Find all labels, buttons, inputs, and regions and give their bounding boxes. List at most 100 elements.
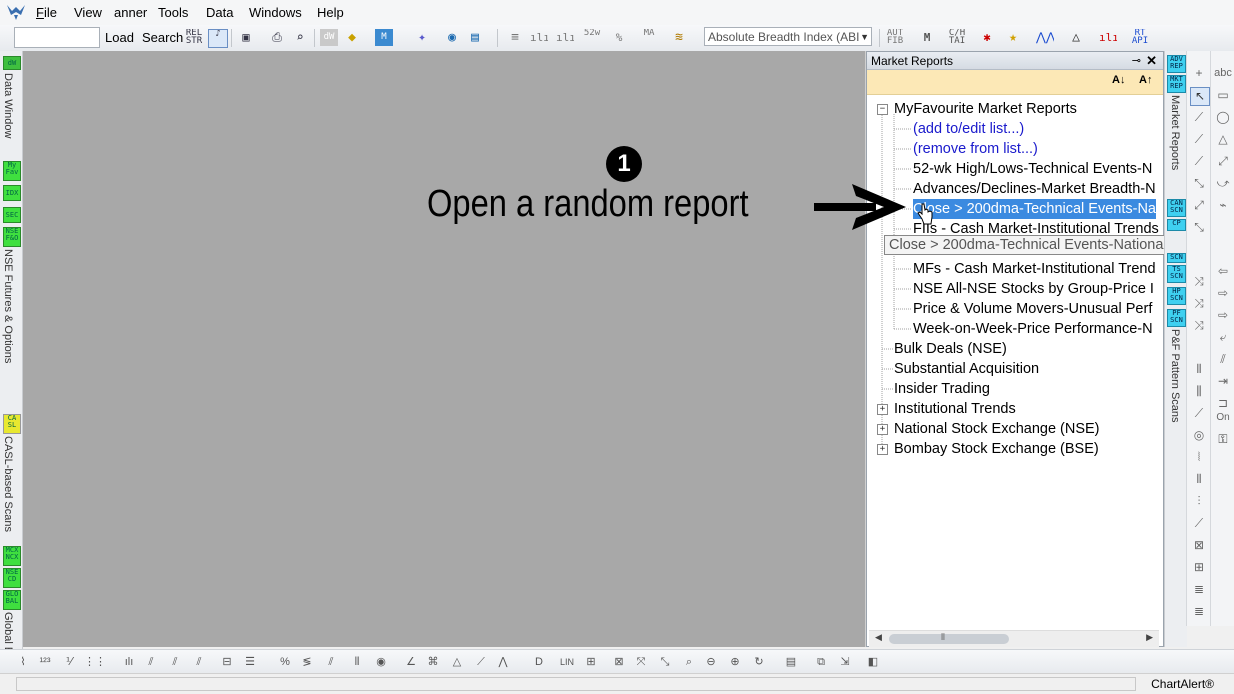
refresh-icon[interactable]: ↻ (750, 654, 768, 670)
expand-icon[interactable]: + (877, 444, 888, 455)
channel-tool-icon[interactable]: ⤡ (1190, 175, 1208, 192)
hp-scn-badge[interactable]: HP SCN (1167, 287, 1186, 305)
arrow-line-icon[interactable]: ⤢ (1214, 153, 1232, 170)
tree-item[interactable]: Bulk Deals (NSE) (894, 339, 1007, 359)
abc-pattern-icon[interactable]: ⋀ (494, 654, 512, 670)
sec-badge[interactable]: SEC (3, 207, 21, 223)
tree-item[interactable]: Close > 200dma-Technical Events-Na (913, 199, 1156, 219)
tree-group[interactable]: MyFavourite Market Reports (894, 99, 1077, 119)
nse-fo-badge[interactable]: NSE F&O (3, 227, 21, 247)
data-window-icon[interactable]: dW (320, 29, 338, 46)
ellipse-tool-icon[interactable]: ◎ (1190, 427, 1208, 444)
fan-resist-icon[interactable]: ⫽ (322, 654, 340, 670)
percent-lines-icon[interactable]: ⊟ (218, 654, 236, 670)
bar-chart-icon[interactable]: ılı (1099, 29, 1117, 46)
cam-icon[interactable]: C/H TAI (948, 29, 966, 46)
lin-scale-icon[interactable]: LIN (558, 654, 576, 670)
market-reports-tab[interactable]: Market Reports (1169, 95, 1181, 170)
tree-group[interactable]: Bombay Stock Exchange (BSE) (894, 439, 1099, 459)
zoom-in-icon[interactable]: ⊕ (726, 654, 744, 670)
triangle-pattern-icon[interactable]: △ (448, 654, 466, 670)
histogram-icon[interactable]: ılı (530, 29, 548, 46)
moving-average-icon[interactable]: MA (640, 29, 658, 46)
angle-tool-icon[interactable]: ∠ (402, 654, 420, 670)
zoom-fit-icon[interactable]: ◉ (372, 654, 390, 670)
star-icon[interactable]: ★ (1004, 29, 1022, 46)
xabcd-icon[interactable]: ⟋ (472, 654, 490, 670)
ellipse-icon[interactable]: ◯ (1214, 109, 1232, 126)
menu-file[interactable]: File (36, 5, 57, 20)
square-grid-icon[interactable]: ⊞ (1190, 559, 1208, 576)
collapse-icon[interactable]: − (877, 104, 888, 115)
d-tool-icon[interactable]: D (530, 654, 548, 670)
chart-workspace[interactable] (23, 51, 867, 647)
wave-123-icon[interactable]: ¹²³ (36, 654, 54, 670)
load-button[interactable]: Load (105, 30, 134, 45)
wave-icon[interactable]: ⋀⋀ (1036, 29, 1054, 46)
sl2-line-icon[interactable]: ⟋ (1190, 153, 1208, 170)
triangle-tool-icon[interactable]: △ (1214, 131, 1232, 148)
speed-line-icon[interactable]: ⤨ (1190, 317, 1208, 334)
tree-item[interactable]: Price & Volume Movers-Unusual Perf (913, 299, 1152, 319)
time-zone-icon[interactable]: ⫼ (1190, 383, 1208, 400)
crosshair-icon[interactable]: + (1190, 65, 1208, 82)
wave-iii-icon[interactable]: ⋮⋮ (84, 654, 102, 670)
volume-icon[interactable]: ılı (556, 29, 574, 46)
text-tool-icon[interactable]: abc (1214, 65, 1232, 82)
tree-item[interactable]: 52-wk High/Lows-Technical Events-N (913, 159, 1152, 179)
expand-icon[interactable]: ⤧ (632, 654, 650, 670)
notes-icon[interactable]: ▤ (782, 654, 800, 670)
pointer-icon[interactable]: ↖ (1190, 87, 1210, 106)
horizontal-scrollbar[interactable]: ◀ ⦀ ▶ (869, 630, 1159, 647)
overlay-icon[interactable]: ≋ (670, 29, 688, 46)
tree-item[interactable]: Substantial Acquisition (894, 359, 1039, 379)
stamp-tool-icon[interactable]: ⌘ (424, 654, 442, 670)
tree-item[interactable]: NSE All-NSE Stocks by Group-Price I (913, 279, 1154, 299)
idx-badge[interactable]: IDX (3, 185, 21, 201)
on-toggle[interactable]: On (1214, 409, 1232, 426)
sl-line-icon[interactable]: ⟋ (1190, 131, 1208, 148)
stack-icon[interactable]: ≣ (1190, 603, 1208, 620)
tree-item[interactable]: Insider Trading (894, 379, 990, 399)
tree-link[interactable]: (add to/edit list...) (913, 119, 1024, 139)
menu-data[interactable]: Data (206, 5, 233, 20)
cycles-icon[interactable]: ⦀ (348, 654, 366, 670)
auto-fibo-icon[interactable]: AUT FIB (886, 29, 904, 46)
zoom-icon[interactable]: ⌕ (680, 654, 698, 670)
symbol-input[interactable] (14, 27, 100, 48)
chart-type-icon[interactable]: ♪ (208, 29, 228, 48)
fib-lines-icon[interactable]: ☰ (241, 654, 259, 670)
global-tab[interactable]: Global E (2, 612, 14, 654)
layout-icon[interactable]: ▤ (466, 29, 484, 46)
grid-lines-icon[interactable]: ⫶ (1190, 493, 1208, 510)
indicator-select[interactable]: Absolute Breadth Index (ABI ▼ (704, 27, 872, 46)
save-icon[interactable]: ▣ (237, 29, 255, 46)
menu-tools[interactable]: Tools (158, 5, 188, 20)
arc-tool-icon[interactable]: ⤨ (1190, 273, 1208, 290)
fib-tool-icon[interactable]: ⤢ (1190, 197, 1208, 214)
52wk-icon[interactable]: 52w (583, 29, 601, 46)
wave-count-icon[interactable]: ⌇ (14, 654, 32, 670)
search-button[interactable]: Search (142, 30, 183, 45)
scrollbar-thumb[interactable] (889, 634, 1009, 644)
arrow-return-icon[interactable]: ⤶ (1214, 329, 1232, 346)
wave-tool-icon[interactable]: ⌁ (1214, 197, 1232, 214)
shrink-icon[interactable]: ⤡ (656, 654, 674, 670)
casl-badge[interactable]: CA SL (3, 414, 21, 434)
marker-tool-icon[interactable]: ⫽ (1214, 351, 1232, 368)
lock-icon[interactable]: ⚿ (1214, 431, 1232, 448)
adv-rep-badge[interactable]: ADV REP (1167, 55, 1186, 73)
pf-pattern-scans-tab[interactable]: P&F Pattern Scans (1169, 329, 1181, 423)
can-scn-badge[interactable]: CAN SCN (1167, 199, 1186, 217)
print-icon[interactable]: ⎙ (268, 29, 286, 46)
scroll-left-icon[interactable]: ◀ (875, 632, 882, 643)
fan-tool-icon[interactable]: ⤨ (1190, 295, 1208, 312)
expand-icon[interactable]: + (877, 424, 888, 435)
bars-tool-icon[interactable]: ⦀ (1190, 471, 1208, 488)
sort-ascending-button[interactable]: A↓ (1112, 74, 1125, 86)
speed-pattern-icon[interactable]: ⫽ (166, 654, 184, 670)
zoom-out-icon[interactable]: ⊖ (702, 654, 720, 670)
scroll-right-icon[interactable]: ▶ (1146, 632, 1153, 643)
scanner-icon[interactable]: ✦ (413, 29, 431, 46)
menu-view[interactable]: View (74, 5, 102, 20)
